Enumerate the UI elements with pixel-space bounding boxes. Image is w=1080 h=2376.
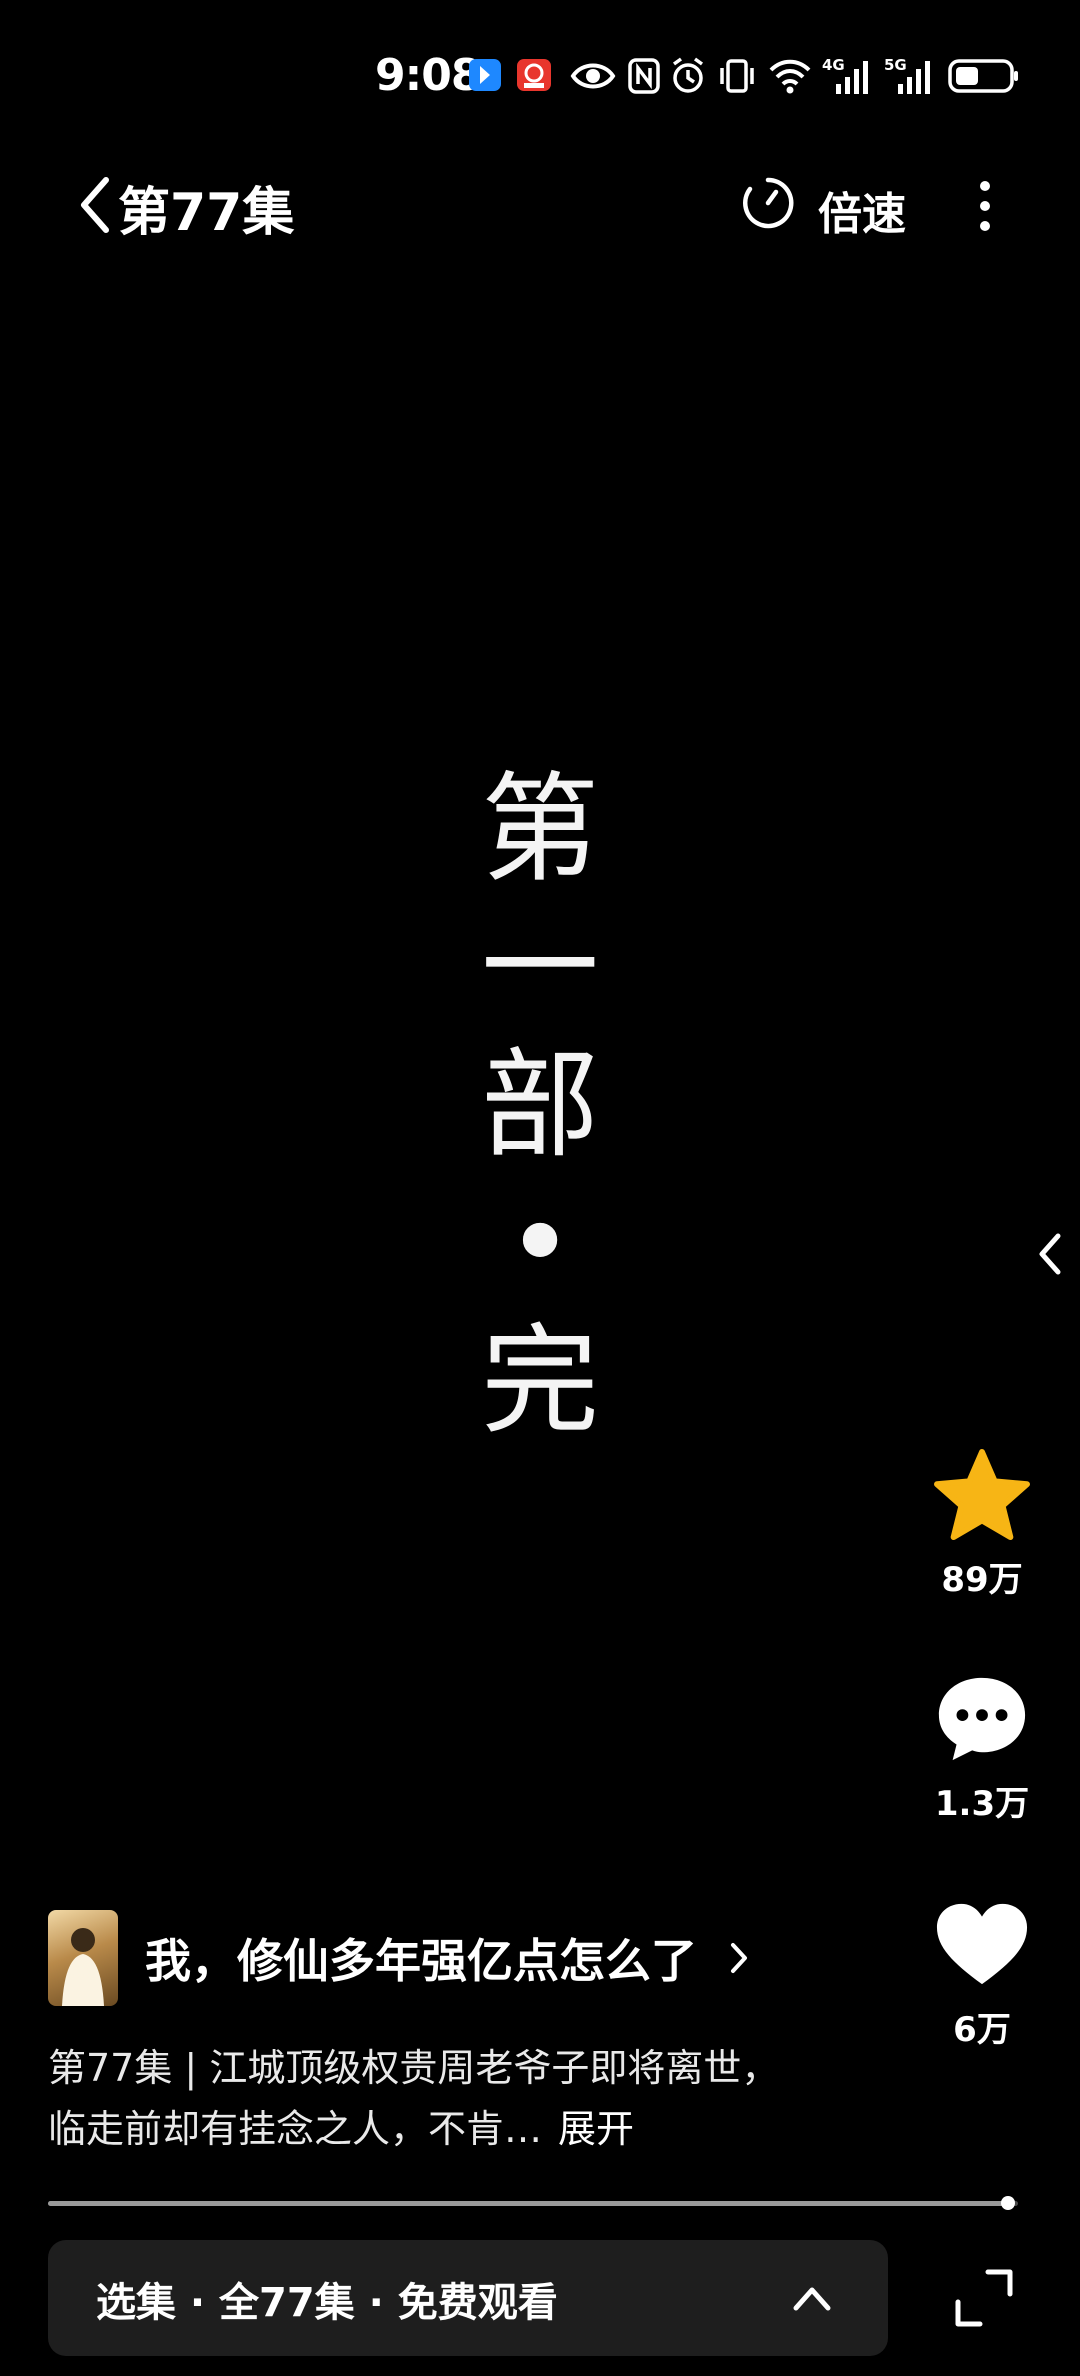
chevron-right-icon[interactable]	[728, 1940, 750, 1976]
comment-count: 1.3万	[934, 1784, 1030, 1824]
video-text-char: 一	[480, 898, 599, 1036]
speed-gauge-icon[interactable]	[740, 175, 796, 231]
description-text: 第77集 | 江城顶级权贵周老爷子即将离世，临走前却有挂念之人，不肯…	[48, 2046, 780, 2151]
comment-button[interactable]: 1.3万	[920, 1672, 1044, 1825]
episode-description: 第77集 | 江城顶级权贵周老爷子即将离世，临走前却有挂念之人，不肯… 展开	[48, 2038, 808, 2160]
5g-signal-icon: 5G	[884, 56, 934, 96]
status-bar: 9:08 4G 5G	[0, 0, 1080, 150]
progress-thumb[interactable]	[1001, 2196, 1016, 2210]
video-text-char: 部	[480, 1036, 599, 1174]
vibrate-icon	[720, 59, 754, 93]
video-text-char: •	[505, 1174, 575, 1312]
like-count: 6万	[953, 2010, 1011, 2050]
star-icon	[934, 1448, 1030, 1541]
video-frame-text[interactable]: 第 一 部 • 完	[420, 760, 660, 1450]
drama-cover-thumbnail[interactable]	[48, 1910, 118, 2006]
4g-signal-icon: 4G	[822, 56, 872, 96]
drama-title-link[interactable]: 我，修仙多年强亿点怎么了	[145, 1925, 697, 1991]
like-button[interactable]: 6万	[920, 1898, 1044, 2051]
heart-icon	[936, 1903, 1028, 1985]
episode-title: 第77集	[118, 183, 295, 243]
comment-bubble-icon	[938, 1677, 1026, 1761]
status-time: 9:08	[375, 50, 481, 101]
video-text-char: 第	[480, 760, 599, 898]
app-badge-red-icon	[517, 59, 551, 91]
episode-selector-label: 选集 · 全77集 · 免费观看	[96, 2280, 558, 2326]
favorite-button[interactable]: 89万	[920, 1448, 1044, 1601]
side-panel-chevron-icon[interactable]	[1030, 1228, 1070, 1280]
episode-selector-bar[interactable]: 选集 · 全77集 · 免费观看	[48, 2240, 888, 2356]
eye-icon	[570, 63, 616, 89]
speed-button[interactable]: 倍速	[818, 178, 906, 242]
alarm-icon	[672, 57, 704, 93]
favorite-count: 89万	[941, 1560, 1023, 1600]
back-arrow-icon[interactable]	[70, 172, 120, 238]
wifi-icon	[769, 59, 811, 94]
nfc-icon	[628, 58, 660, 94]
video-text-char: 完	[480, 1312, 599, 1450]
battery-icon	[948, 59, 1018, 93]
fullscreen-icon[interactable]	[954, 2268, 1014, 2328]
chevron-up-icon[interactable]	[790, 2278, 834, 2318]
app-badge-blue-icon	[469, 59, 501, 91]
more-options-icon[interactable]	[962, 178, 1008, 234]
expand-button[interactable]: 展开	[558, 2107, 634, 2151]
progress-fill	[48, 2201, 1009, 2206]
